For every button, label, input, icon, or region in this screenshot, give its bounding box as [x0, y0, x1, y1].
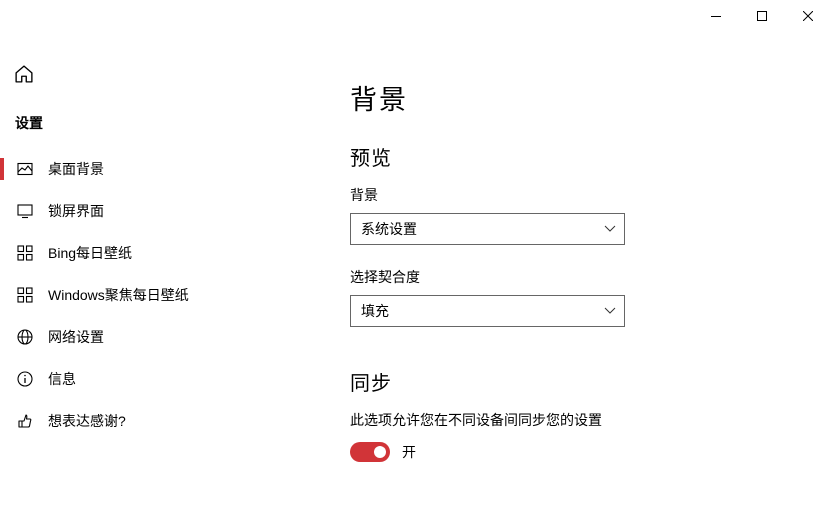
window-titlebar	[693, 0, 831, 32]
thumbs-up-icon	[15, 411, 35, 431]
picture-icon	[15, 159, 35, 179]
sidebar-item-label: 桌面背景	[48, 159, 104, 179]
sidebar-item-network[interactable]: 网络设置	[0, 316, 310, 358]
fit-select-value: 填充	[361, 301, 389, 321]
fit-select[interactable]: 填充	[350, 295, 625, 327]
sidebar-item-label: 网络设置	[48, 327, 104, 347]
page-title: 背景	[350, 78, 811, 117]
sidebar-item-label: 想表达感谢?	[48, 411, 126, 431]
sync-toggle[interactable]	[350, 442, 390, 462]
sync-header: 同步	[350, 367, 811, 396]
sidebar: 设置 桌面背景 锁屏界面 Bing每日壁纸 Windows聚焦每日壁纸 网络设置	[0, 45, 310, 518]
chevron-down-icon	[604, 307, 616, 315]
sidebar-item-label: 信息	[48, 369, 76, 389]
content-area: 背景 预览 背景 系统设置 选择契合度 填充 同步 此选项允许您在不同设备间同步…	[350, 78, 811, 518]
close-button[interactable]	[785, 0, 831, 32]
chevron-down-icon	[604, 225, 616, 233]
sidebar-item-thanks[interactable]: 想表达感谢?	[0, 400, 310, 442]
maximize-button[interactable]	[739, 0, 785, 32]
sync-toggle-label: 开	[402, 442, 416, 462]
grid-icon	[15, 243, 35, 263]
home-icon[interactable]	[15, 65, 35, 85]
globe-icon	[15, 327, 35, 347]
background-field-label: 背景	[350, 185, 811, 205]
monitor-icon	[15, 201, 35, 221]
sidebar-item-bing-daily[interactable]: Bing每日壁纸	[0, 232, 310, 274]
background-select[interactable]: 系统设置	[350, 213, 625, 245]
fit-field-label: 选择契合度	[350, 267, 811, 287]
info-icon	[15, 369, 35, 389]
sidebar-item-desktop-background[interactable]: 桌面背景	[0, 148, 310, 190]
background-select-value: 系统设置	[361, 219, 417, 239]
sidebar-item-lock-screen[interactable]: 锁屏界面	[0, 190, 310, 232]
sidebar-item-windows-spotlight[interactable]: Windows聚焦每日壁纸	[0, 274, 310, 316]
grid-icon	[15, 285, 35, 305]
sidebar-item-label: 锁屏界面	[48, 201, 104, 221]
preview-header: 预览	[350, 142, 811, 171]
sidebar-item-label: Windows聚焦每日壁纸	[48, 285, 189, 305]
minimize-button[interactable]	[693, 0, 739, 32]
sidebar-item-info[interactable]: 信息	[0, 358, 310, 400]
sidebar-item-label: Bing每日壁纸	[48, 243, 132, 263]
toggle-knob	[374, 446, 386, 458]
sync-description: 此选项允许您在不同设备间同步您的设置	[350, 410, 811, 430]
sidebar-title: 设置	[0, 105, 310, 148]
